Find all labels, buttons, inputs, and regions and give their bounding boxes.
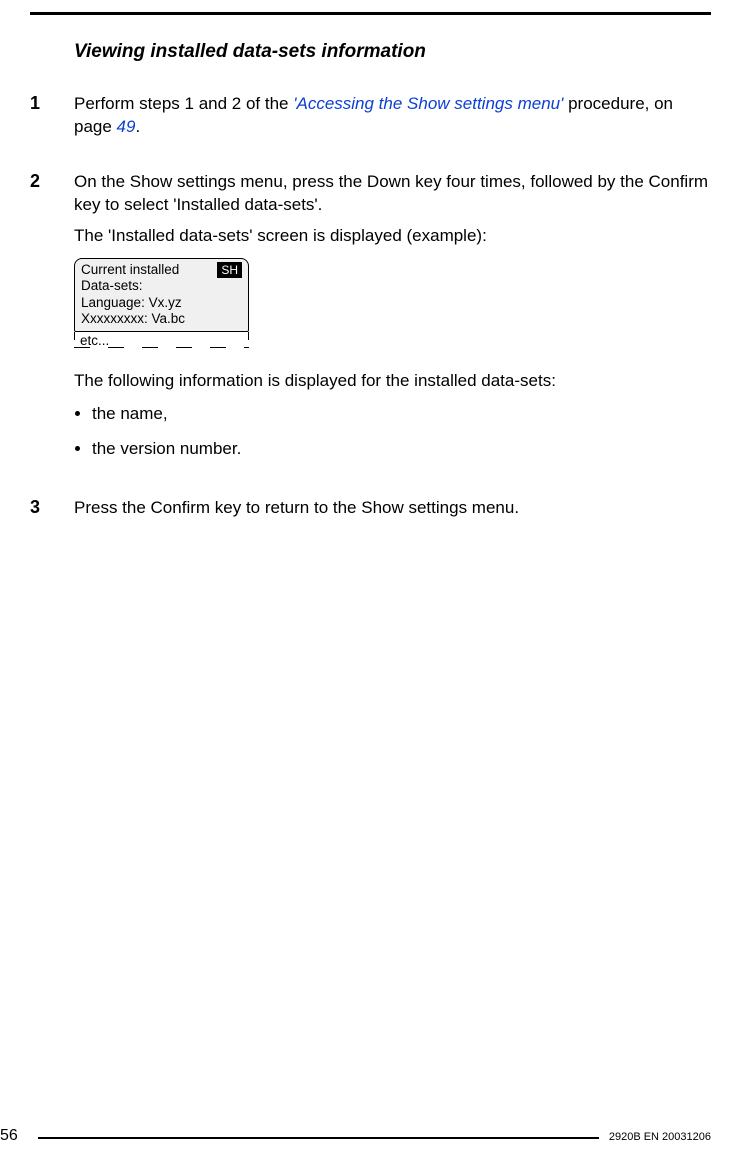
step-body: Press the Confirm key to return to the S… xyxy=(74,497,711,528)
lcd-line5: etc... xyxy=(80,333,109,348)
dashed-line-icon xyxy=(74,347,249,348)
document-id: 2920B EN 20031206 xyxy=(599,1129,711,1143)
bullet-item: the version number. xyxy=(92,438,711,461)
step3-para1: Press the Confirm key to return to the S… xyxy=(74,497,711,520)
step1-text-after: . xyxy=(135,117,140,136)
lcd-screen: Current installed SH Data-sets: Language… xyxy=(74,258,249,332)
step2-para1: On the Show settings menu, press the Dow… xyxy=(74,171,711,217)
top-rule xyxy=(30,12,711,15)
step1-text-before: Perform steps 1 and 2 of the xyxy=(74,94,293,113)
lcd-overflow: etc... xyxy=(74,332,249,352)
link-page-49[interactable]: 49 xyxy=(117,117,136,136)
step-2: 2 On the Show settings menu, press the D… xyxy=(30,171,711,473)
page-number: 56 xyxy=(0,1127,28,1145)
link-accessing-show-settings[interactable]: 'Accessing the Show settings menu' xyxy=(293,94,563,113)
step-number: 1 xyxy=(30,93,74,147)
lcd-screen-example: Current installed SH Data-sets: Language… xyxy=(74,258,249,352)
step2-para3: The following information is displayed f… xyxy=(74,370,711,393)
step-body: Perform steps 1 and 2 of the 'Accessing … xyxy=(74,93,711,147)
step-number: 3 xyxy=(30,497,74,528)
sh-badge: SH xyxy=(217,262,242,279)
step2-para2: The 'Installed data-sets' screen is disp… xyxy=(74,225,711,248)
footer-rule xyxy=(38,1137,599,1139)
lcd-line4: Xxxxxxxxx: Va.bc xyxy=(81,311,242,327)
step-body: On the Show settings menu, press the Dow… xyxy=(74,171,711,473)
step-number: 2 xyxy=(30,171,74,473)
step-3: 3 Press the Confirm key to return to the… xyxy=(30,497,711,528)
step-1: 1 Perform steps 1 and 2 of the 'Accessin… xyxy=(30,93,711,147)
bullet-list: the name, the version number. xyxy=(74,403,711,461)
bullet-item: the name, xyxy=(92,403,711,426)
section-title: Viewing installed data-sets information xyxy=(74,41,711,63)
lcd-line2: Data-sets: xyxy=(81,278,242,294)
lcd-line3: Language: Vx.yz xyxy=(81,295,242,311)
lcd-line1: Current installed xyxy=(81,262,179,278)
page-footer: 56 2920B EN 20031206 xyxy=(0,1127,711,1145)
